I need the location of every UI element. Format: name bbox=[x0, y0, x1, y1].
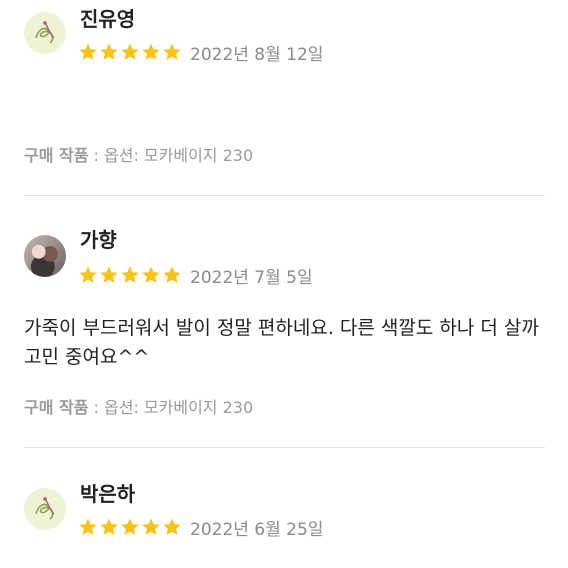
review-item: 박은하 2022년 6월 25일 bbox=[0, 448, 568, 568]
option-separator: : bbox=[88, 398, 105, 417]
review-item: 가향 2022년 7월 5일 가죽이 부드러워서 발이 정말 편하네요. 다른 … bbox=[0, 196, 568, 448]
author-avatar[interactable] bbox=[24, 12, 66, 54]
author-avatar[interactable] bbox=[24, 488, 66, 530]
review-text: 가죽이 부드러워서 발이 정말 편하네요. 다른 색깔도 하나 더 살까 고민 … bbox=[24, 317, 539, 368]
review-date: 2022년 6월 25일 bbox=[190, 520, 324, 540]
review-date: 2022년 8월 12일 bbox=[190, 45, 324, 65]
rating-stars bbox=[78, 517, 182, 537]
option-value: 옵션: 모카베이지 230 bbox=[104, 146, 254, 165]
star-icon bbox=[79, 43, 97, 60]
option-label: 구매 작품 bbox=[24, 146, 89, 165]
star-icon bbox=[121, 518, 139, 535]
star-icon bbox=[163, 266, 181, 283]
rating-stars bbox=[78, 265, 182, 285]
brand-logo-icon bbox=[35, 21, 55, 44]
purchased-option: 구매 작품 : 옵션: 모카베이지 230 bbox=[24, 394, 253, 418]
review-date: 2022년 7월 5일 bbox=[190, 268, 313, 288]
star-icon bbox=[121, 43, 139, 60]
author-name[interactable]: 박은하 bbox=[80, 478, 135, 507]
star-icon bbox=[142, 266, 160, 283]
purchased-option: 구매 작품 : 옵션: 모카베이지 230 bbox=[24, 142, 253, 166]
star-icon bbox=[100, 518, 118, 535]
star-icon bbox=[121, 266, 139, 283]
option-separator: : bbox=[88, 146, 105, 165]
review-item: 진유영 2022년 8월 12일 구매 작품 : 옵션: 모카베이지 230 bbox=[0, 0, 568, 196]
option-label: 구매 작품 bbox=[24, 398, 89, 417]
star-icon bbox=[163, 43, 181, 60]
star-icon bbox=[100, 43, 118, 60]
star-icon bbox=[142, 518, 160, 535]
option-value: 옵션: 모카베이지 230 bbox=[104, 398, 254, 417]
author-name[interactable]: 가향 bbox=[80, 224, 117, 253]
star-icon bbox=[100, 266, 118, 283]
star-icon bbox=[142, 43, 160, 60]
star-icon bbox=[163, 518, 181, 535]
author-name[interactable]: 진유영 bbox=[80, 3, 135, 32]
star-icon bbox=[79, 518, 97, 535]
author-avatar[interactable] bbox=[24, 235, 66, 277]
rating-stars bbox=[78, 42, 182, 62]
brand-logo-icon bbox=[35, 497, 55, 520]
star-icon bbox=[79, 266, 97, 283]
